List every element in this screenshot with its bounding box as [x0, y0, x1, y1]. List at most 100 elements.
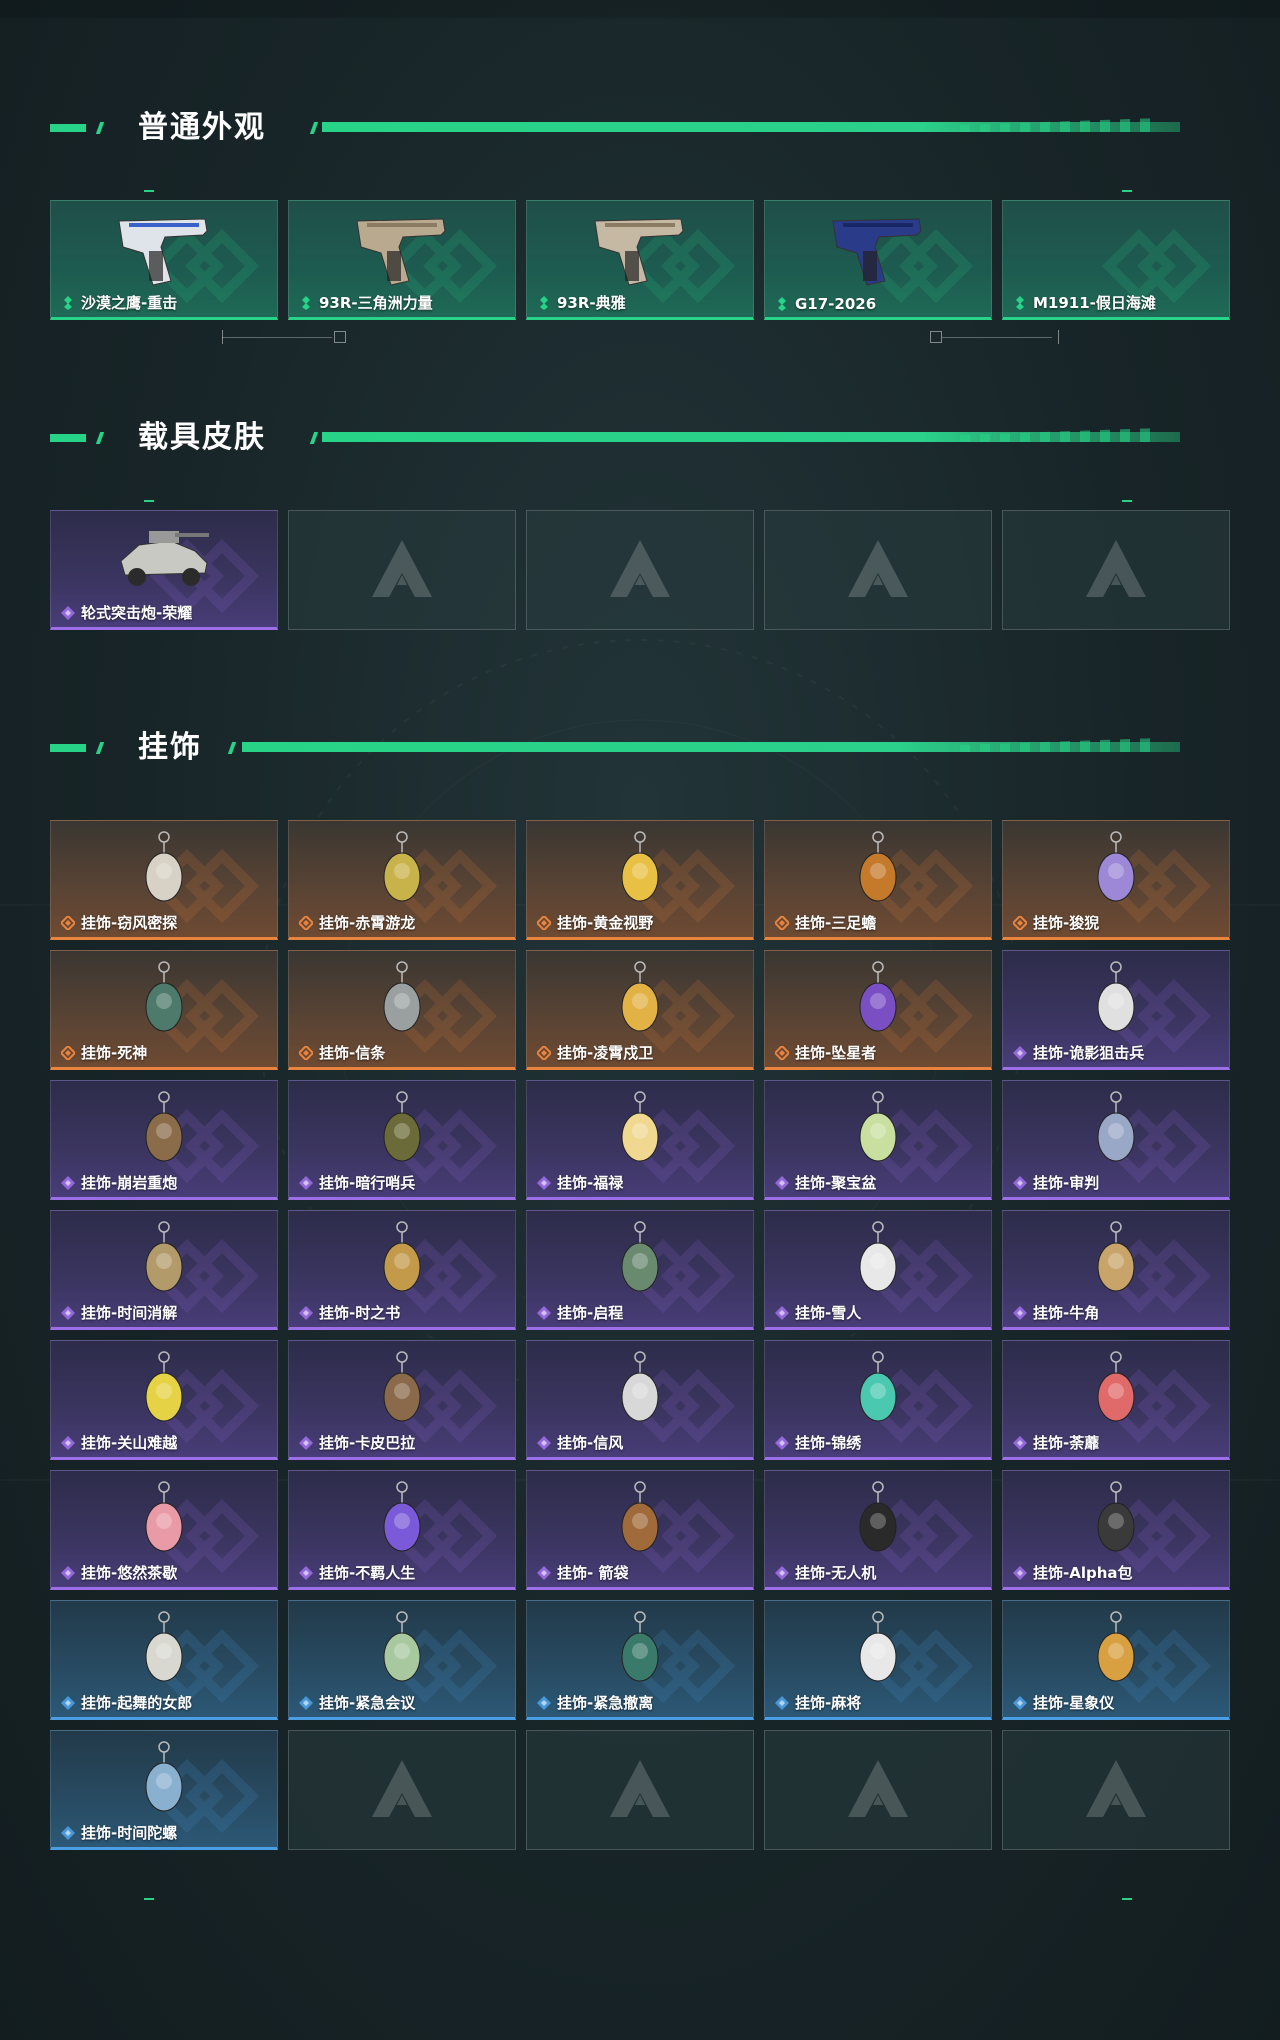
- header-accent-mark: [50, 434, 86, 442]
- item-name: 挂饰-三足蟾: [795, 914, 877, 932]
- charm-card[interactable]: 挂饰-星象仪: [1002, 1600, 1230, 1720]
- header-accent-slash: [95, 742, 105, 754]
- charm-card[interactable]: 挂饰-悠然茶歇: [50, 1470, 278, 1590]
- tick-mark: [144, 190, 154, 192]
- rarity-icon: [61, 605, 75, 620]
- charm-card[interactable]: 挂饰-坠星者: [764, 950, 992, 1070]
- item-image: [145, 1611, 183, 1682]
- charm-card[interactable]: 挂饰-暗行哨兵: [288, 1080, 516, 1200]
- empty-slot: [764, 510, 992, 630]
- weapon-skin-card[interactable]: M1911-假日海滩: [1002, 200, 1230, 320]
- weapon-skin-card[interactable]: G17-2026: [764, 200, 992, 320]
- empty-slot: [1002, 510, 1230, 630]
- scroll-tick: [1058, 330, 1059, 344]
- item-name: 挂饰-紧急撤离: [557, 1694, 654, 1712]
- rarity-icon: [61, 1305, 75, 1320]
- charm-card[interactable]: 挂饰-死神: [50, 950, 278, 1070]
- item-label: 挂饰-星象仪: [1013, 1692, 1114, 1713]
- rarity-icon: [775, 1435, 789, 1450]
- item-label: 挂饰-聚宝盆: [775, 1172, 876, 1193]
- rarity-icon: [61, 1565, 75, 1580]
- charm-card[interactable]: 挂饰- 箭袋: [526, 1470, 754, 1590]
- item-image: [383, 831, 421, 902]
- item-label: 93R-典雅: [537, 292, 626, 313]
- charm-card[interactable]: 挂饰-起舞的女郎: [50, 1600, 278, 1720]
- item-name: 挂饰-麻将: [795, 1694, 862, 1712]
- item-image: [1097, 1221, 1135, 1292]
- section-header: 挂饰: [50, 728, 1230, 768]
- rarity-icon: [775, 1565, 789, 1580]
- rarity-icon: [537, 1435, 551, 1450]
- rarity-icon: [775, 915, 789, 930]
- item-label: 挂饰-信条: [299, 1042, 385, 1063]
- item-name: 挂饰-荼蘼: [1033, 1434, 1100, 1452]
- scroll-tick: [222, 330, 223, 344]
- item-image: [145, 831, 183, 902]
- charm-card[interactable]: 挂饰-Alpha包: [1002, 1470, 1230, 1590]
- charm-card[interactable]: 挂饰-黄金视野: [526, 820, 754, 940]
- charm-card[interactable]: 挂饰-信风: [526, 1340, 754, 1460]
- item-name: 挂饰-崩岩重炮: [81, 1174, 178, 1192]
- charm-card[interactable]: 挂饰-时之书: [288, 1210, 516, 1330]
- charm-card[interactable]: 挂饰-关山难越: [50, 1340, 278, 1460]
- item-label: 挂饰-时间陀螺: [61, 1822, 177, 1843]
- charm-card[interactable]: 挂饰-雪人: [764, 1210, 992, 1330]
- item-image: [120, 531, 209, 586]
- charm-card[interactable]: 挂饰-福禄: [526, 1080, 754, 1200]
- charm-card[interactable]: 挂饰-信条: [288, 950, 516, 1070]
- game-logo-icon: [610, 1760, 670, 1817]
- charm-card[interactable]: 挂饰-狻猊: [1002, 820, 1230, 940]
- charm-card[interactable]: 挂饰-凌霄戍卫: [526, 950, 754, 1070]
- charm-card[interactable]: 挂饰-三足蟾: [764, 820, 992, 940]
- scroll-handle-right[interactable]: [930, 331, 942, 343]
- item-name: 挂饰-聚宝盆: [795, 1174, 877, 1192]
- item-name: 挂饰-起舞的女郎: [81, 1694, 193, 1712]
- weapon-skin-card[interactable]: 沙漠之鹰-重击: [50, 200, 278, 320]
- item-label: 挂饰-窃风密探: [61, 912, 177, 933]
- item-name: 挂饰-审判: [1033, 1174, 1100, 1192]
- charm-card[interactable]: 挂饰-赤霄游龙: [288, 820, 516, 940]
- charm-card[interactable]: 挂饰-聚宝盆: [764, 1080, 992, 1200]
- charm-card[interactable]: 挂饰-启程: [526, 1210, 754, 1330]
- rarity-icon: [1013, 1565, 1027, 1580]
- vehicle-skin-card[interactable]: 轮式突击炮-荣耀: [50, 510, 278, 630]
- scroll-track-right: [942, 337, 1052, 338]
- charm-card[interactable]: 挂饰-时间陀螺: [50, 1730, 278, 1850]
- charm-card[interactable]: 挂饰-无人机: [764, 1470, 992, 1590]
- charm-card[interactable]: 挂饰-锦绣: [764, 1340, 992, 1460]
- item-image: [1097, 1091, 1135, 1162]
- item-name: 挂饰-狻猊: [1033, 914, 1100, 932]
- charm-card[interactable]: 挂饰-紧急会议: [288, 1600, 516, 1720]
- charm-card[interactable]: 挂饰-时间消解: [50, 1210, 278, 1330]
- rarity-icon: [299, 1305, 313, 1320]
- charm-card[interactable]: 挂饰-窃风密探: [50, 820, 278, 940]
- rarity-icon: [299, 1435, 313, 1450]
- item-label: 挂饰-荼蘼: [1013, 1432, 1099, 1453]
- charm-card[interactable]: 挂饰-麻将: [764, 1600, 992, 1720]
- charm-card[interactable]: 挂饰-卡皮巴拉: [288, 1340, 516, 1460]
- item-name: 挂饰-凌霄戍卫: [557, 1044, 654, 1062]
- charm-card[interactable]: 挂饰-牛角: [1002, 1210, 1230, 1330]
- item-image: [621, 1351, 659, 1422]
- header-checker-decoration: [960, 738, 1160, 752]
- item-label: 挂饰-无人机: [775, 1562, 876, 1583]
- empty-slot: [764, 1730, 992, 1850]
- charm-card[interactable]: 挂饰-不羁人生: [288, 1470, 516, 1590]
- item-label: 轮式突击炮-荣耀: [61, 602, 192, 623]
- charm-card[interactable]: 挂饰-诡影狙击兵: [1002, 950, 1230, 1070]
- charm-card[interactable]: 挂饰-崩岩重炮: [50, 1080, 278, 1200]
- item-label: 挂饰-不羁人生: [299, 1562, 415, 1583]
- item-image: [859, 1091, 897, 1162]
- item-name: 挂饰-关山难越: [81, 1434, 178, 1452]
- weapon-skin-card[interactable]: 93R-三角洲力量: [288, 200, 516, 320]
- scroll-handle-left[interactable]: [334, 331, 346, 343]
- charm-card[interactable]: 挂饰-紧急撤离: [526, 1600, 754, 1720]
- charm-card[interactable]: 挂饰-审判: [1002, 1080, 1230, 1200]
- item-label: 挂饰-审判: [1013, 1172, 1099, 1193]
- item-image: [145, 1351, 183, 1422]
- weapon-skin-card[interactable]: 93R-典雅: [526, 200, 754, 320]
- item-label: 挂饰-凌霄戍卫: [537, 1042, 653, 1063]
- charm-card[interactable]: 挂饰-荼蘼: [1002, 1340, 1230, 1460]
- game-logo-icon: [610, 540, 670, 597]
- item-name: 挂饰-星象仪: [1033, 1694, 1115, 1712]
